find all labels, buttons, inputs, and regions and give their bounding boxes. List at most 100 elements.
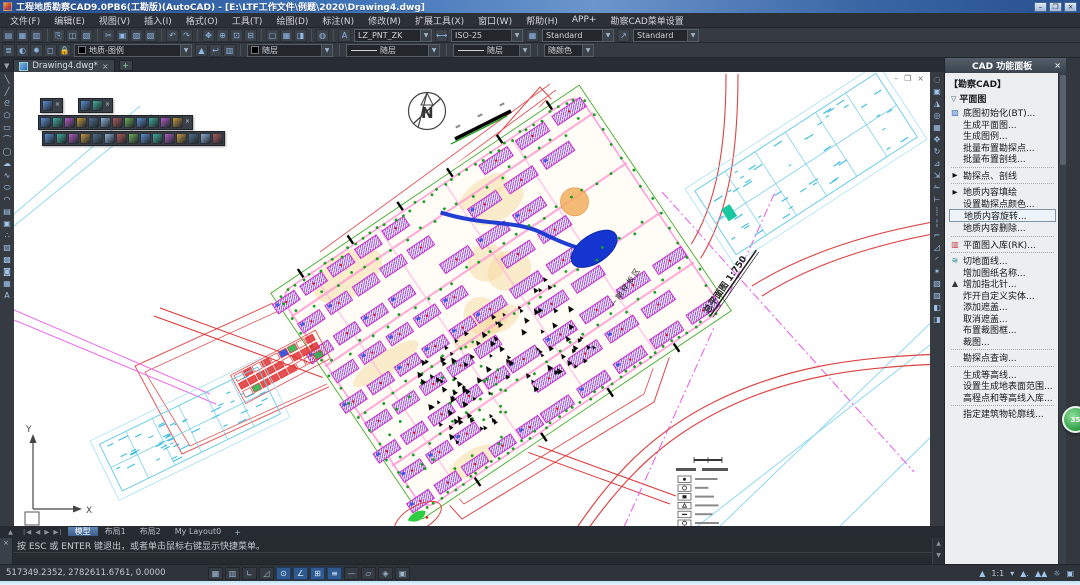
panel-item-5[interactable]: 批量布置剖线... — [949, 153, 1056, 165]
menu-item-3[interactable]: 视图(V) — [93, 14, 136, 27]
chamfer-icon[interactable]: ◿ — [931, 241, 943, 253]
chevron-down-icon[interactable]: ▼ — [180, 45, 191, 56]
publish-icon[interactable]: ▧ — [80, 29, 93, 42]
panel-section-planview[interactable]: ▽平面图 — [949, 91, 1056, 107]
panel-item-29[interactable]: 高程点和等高线入库... — [949, 392, 1056, 404]
menu-item-13[interactable]: APP+ — [566, 15, 603, 25]
chevron-down-icon[interactable]: ▼ — [321, 45, 332, 56]
palette-close-icon[interactable]: × — [184, 117, 191, 128]
panel-item-21[interactable]: 取消遮盖... — [949, 313, 1056, 325]
command-close-icon[interactable]: × — [3, 539, 9, 547]
polyline-icon[interactable]: ᘓ — [1, 97, 13, 109]
palette-tool-icon[interactable] — [212, 133, 223, 144]
array-icon[interactable]: ▦ — [931, 121, 943, 133]
grid-toggle[interactable]: ▦ — [208, 567, 223, 580]
menu-item-4[interactable]: 插入(I) — [138, 14, 178, 27]
otrack-toggle[interactable]: ∠ — [293, 567, 308, 580]
fillet-icon[interactable]: ◜ — [931, 253, 943, 265]
annotation-scale-dropdown-icon[interactable]: ▾ — [1010, 569, 1014, 578]
join-icon[interactable]: ⌐ — [931, 229, 943, 241]
panel-item-18[interactable]: ▲增加指北针... — [949, 278, 1056, 290]
palette-tool-icon[interactable] — [140, 133, 151, 144]
tool-palettes-icon[interactable]: ◨ — [294, 29, 307, 42]
chevron-down-icon[interactable]: ▼ — [582, 45, 593, 56]
properties-icon[interactable]: ▢ — [266, 29, 279, 42]
undo-icon[interactable]: ↶ — [166, 29, 179, 42]
polar-toggle[interactable]: ◿ — [259, 567, 274, 580]
make-block-icon[interactable]: ▣ — [1, 217, 13, 229]
multiline-text-icon[interactable]: A — [1, 289, 13, 301]
polygon-icon[interactable]: ⬠ — [1, 109, 13, 121]
trim-icon[interactable]: ✁ — [931, 181, 943, 193]
palette-tool-icon[interactable] — [76, 117, 87, 128]
palette-tool-icon[interactable] — [176, 133, 187, 144]
palette-tool-icon[interactable] — [44, 133, 55, 144]
gradient-icon[interactable]: ▩ — [1, 253, 13, 265]
palette-tool-icon[interactable] — [88, 117, 99, 128]
panel-item-9[interactable]: ▶地质内容填绘 — [949, 186, 1056, 198]
maximize-button[interactable]: ❐ — [1049, 2, 1062, 12]
save-file-icon[interactable]: ▥ — [30, 29, 43, 42]
close-button[interactable]: × — [1064, 2, 1077, 12]
chevron-down-icon[interactable]: ▼ — [602, 30, 613, 41]
panel-item-11[interactable]: 地质内容旋转... — [949, 209, 1056, 222]
construction-line-icon[interactable]: ╱ — [1, 85, 13, 97]
floating-palette-1[interactable]: × — [40, 98, 63, 113]
panel-scrollbar[interactable] — [1058, 73, 1066, 564]
hatch-icon[interactable]: ▨ — [1, 241, 13, 253]
panel-item-3[interactable]: 生成图例... — [949, 130, 1056, 142]
palette-tool-icon[interactable] — [64, 117, 75, 128]
copy-clip-icon[interactable]: ▣ — [116, 29, 129, 42]
new-file-icon[interactable]: ▤ — [2, 29, 15, 42]
offset-icon[interactable]: ◎ — [931, 109, 943, 121]
menu-item-6[interactable]: 工具(T) — [226, 14, 269, 27]
ortho-toggle[interactable]: ∟ — [242, 567, 257, 580]
chevron-down-icon[interactable]: ▼ — [687, 30, 698, 41]
autoscale-icon[interactable]: ▲▲ — [1035, 569, 1047, 578]
osnap-toggle[interactable]: ⊙ — [276, 567, 291, 580]
panel-item-28[interactable]: 设置生成地表面范围... — [949, 380, 1056, 392]
layer-properties-icon[interactable]: ≣ — [2, 44, 15, 57]
redo-icon[interactable]: ↷ — [180, 29, 193, 42]
region-icon[interactable]: ◙ — [1, 265, 13, 277]
dim-style-combo[interactable]: ISO-25▼ — [451, 29, 523, 42]
scale-icon[interactable]: ⊿ — [931, 157, 943, 169]
break-at-point-icon[interactable]: ┊ — [931, 205, 943, 217]
draw-order-front-icon[interactable]: ▧ — [931, 277, 943, 289]
menu-item-11[interactable]: 窗口(W) — [472, 14, 518, 27]
dim-style-icon[interactable]: ⟷ — [435, 29, 448, 42]
floating-palette-3[interactable]: × — [38, 115, 193, 130]
table-style-combo[interactable]: Standard▼ — [542, 29, 614, 42]
panel-item-27[interactable]: 生成等高线... — [949, 369, 1056, 381]
command-history-toggle-icon[interactable]: ▲▼ — [932, 538, 944, 564]
palette-tool-icon[interactable] — [200, 133, 211, 144]
extend-icon[interactable]: ⊢ — [931, 193, 943, 205]
minimize-button[interactable]: – — [1034, 2, 1047, 12]
insert-block-icon[interactable]: ▤ — [1, 205, 13, 217]
drawing-canvas[interactable]: N一期样板区总平面图 1:750YX – ❐ × × × × — [14, 72, 930, 526]
panel-item-17[interactable]: 增加图纸名称... — [949, 267, 1056, 279]
panel-item-7[interactable]: ▶勘探点、剖线 — [949, 170, 1056, 182]
table-style-icon[interactable]: ▦ — [526, 29, 539, 42]
layer-off-icon[interactable]: ◻ — [44, 44, 57, 57]
table-icon[interactable]: ▦ — [1, 277, 13, 289]
layout-tab-布局1[interactable]: 布局1 — [98, 527, 133, 536]
doc-close-icon[interactable]: × — [917, 75, 924, 83]
palette-tool-icon[interactable] — [148, 117, 159, 128]
menu-item-12[interactable]: 帮助(H) — [520, 14, 564, 27]
menu-item-8[interactable]: 标注(N) — [316, 14, 360, 27]
palette-tool-icon[interactable] — [188, 133, 199, 144]
copy-icon[interactable]: ▣ — [931, 85, 943, 97]
layout-tab-My Layout0[interactable]: My Layout0 — [168, 527, 228, 536]
design-center-icon[interactable]: ▦ — [280, 29, 293, 42]
settings-gear-icon[interactable]: ☼ — [1053, 569, 1060, 578]
point-icon[interactable]: ∴ — [1, 229, 13, 241]
new-document-button[interactable]: + — [119, 60, 133, 71]
panel-item-14[interactable]: ▥平面图入库(RK)... — [949, 239, 1056, 251]
line-icon[interactable]: ╲ — [1, 73, 13, 85]
doc-minimize-icon[interactable]: – — [894, 75, 898, 83]
command-input-line[interactable] — [13, 553, 932, 565]
ellipse-arc-icon[interactable]: ◠ — [1, 193, 13, 205]
fullscreen-icon[interactable]: ▣ — [1066, 569, 1074, 578]
menu-item-5[interactable]: 格式(O) — [180, 14, 224, 27]
